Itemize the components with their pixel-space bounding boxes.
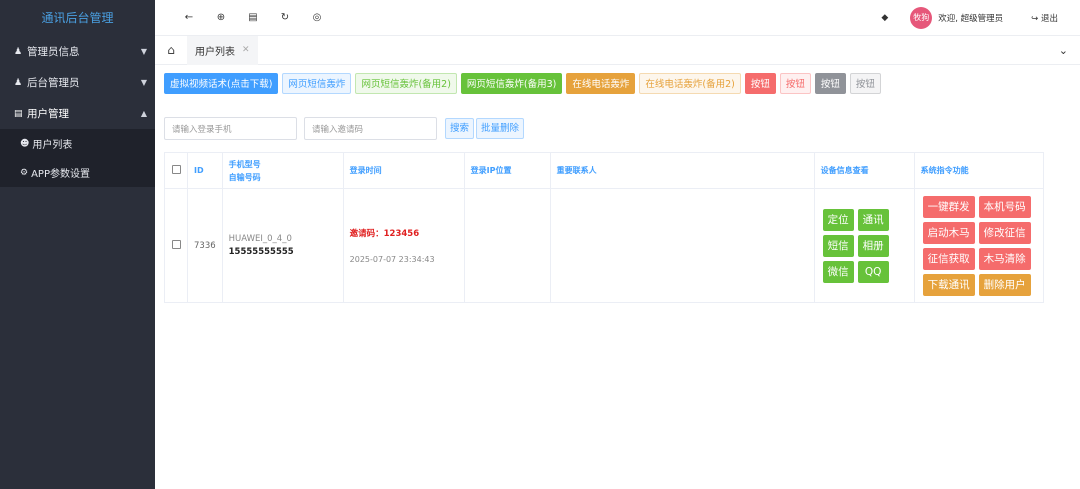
- header-id: ID: [187, 152, 223, 189]
- tabbar: ⌂ 用户列表 ✕ ⌄: [155, 35, 1080, 65]
- header-commands: 系统指令功能: [913, 152, 1045, 189]
- location-button[interactable]: 定位: [822, 208, 854, 231]
- user-outline-icon: ☻: [20, 138, 30, 149]
- batch-delete-button[interactable]: 批量删除: [476, 118, 525, 139]
- local-number-button[interactable]: 本机号码: [978, 195, 1031, 218]
- cell-id: 7336: [187, 188, 223, 303]
- wechat-button[interactable]: 微信: [822, 260, 854, 283]
- search-bar: 请输入登录手机 请输入邀请码 搜索 批量删除: [164, 117, 1070, 140]
- sidebar-item-label: 管理员信息: [27, 46, 80, 58]
- crosshair-icon[interactable]: ⊕: [212, 12, 230, 23]
- header-login-ip: 登录IP位置: [463, 152, 551, 189]
- avatar[interactable]: 牧狗: [910, 6, 933, 29]
- bank-icon[interactable]: ▤: [244, 12, 262, 23]
- sms-bomb-backup2-button[interactable]: 网页短信轰炸(备用2): [355, 73, 457, 94]
- sidebar-item-backend-admins[interactable]: ♟ 后台管理员 ▼: [0, 67, 155, 98]
- close-icon[interactable]: ✕: [242, 45, 250, 55]
- header-device: 设备信息查看: [813, 152, 915, 189]
- album-button[interactable]: 相册: [857, 234, 889, 257]
- caret-up-icon: ▲: [140, 109, 147, 118]
- cell-device: 定位 通讯 短信 相册 微信 QQ: [813, 188, 915, 303]
- get-credit-button[interactable]: 征信获取: [922, 247, 975, 270]
- sms-button[interactable]: 短信: [822, 234, 854, 257]
- clear-trojan-button[interactable]: 木马清除: [978, 247, 1031, 270]
- download-contacts-button[interactable]: 下载通讯: [922, 273, 975, 296]
- user-icon: ♟: [14, 77, 23, 88]
- caret-down-icon: ▼: [140, 47, 147, 56]
- cell-model: HUAWEI_0_4_0 15555555555: [221, 188, 344, 303]
- sidebar-item-user-list[interactable]: ☻ 用户列表: [0, 129, 155, 158]
- logout-label: 退出: [1040, 13, 1058, 24]
- logout-button[interactable]: ↪ 退出: [1031, 12, 1058, 24]
- sidebar-item-label: 用户管理: [27, 108, 69, 120]
- cell-contacts: [549, 188, 815, 303]
- topbar: ← ⊕ ▤ ↻ ◎ ◆ 牧狗 欢迎, 超级管理员 ↪ 退出: [155, 0, 1080, 36]
- table-row: 7336 HUAWEI_0_4_0 15555555555 邀请码：123456…: [164, 188, 1045, 303]
- globe-icon[interactable]: ◎: [308, 12, 326, 23]
- tab-label: 用户列表: [195, 46, 235, 58]
- invite-search-input[interactable]: 请输入邀请码: [304, 117, 437, 140]
- device-model: HUAWEI_0_4_0: [228, 234, 292, 244]
- sidebar-submenu: ☻ 用户列表 ⚙ APP参数设置: [0, 129, 155, 187]
- tag-icon[interactable]: ◆: [881, 13, 888, 23]
- command-button-grid: 一键群发 本机号码 启动木马 修改征信 征信获取 木马清除 下载通讯 删除用户: [922, 195, 1037, 296]
- user-icon: ♟: [14, 46, 23, 57]
- sms-bomb-backup3-button[interactable]: 网页短信轰炸(备用3): [460, 73, 563, 94]
- row-select-cell: [164, 188, 188, 303]
- phone-search-input[interactable]: 请输入登录手机: [164, 117, 297, 140]
- id-card-icon: ▤: [14, 108, 23, 119]
- video-script-download-button[interactable]: 虚拟视频话术(点击下载): [164, 73, 279, 94]
- gear-icon: ⚙: [20, 167, 29, 178]
- row-checkbox[interactable]: [171, 239, 181, 249]
- back-icon[interactable]: ←: [180, 12, 198, 23]
- sidebar-item-label: 用户列表: [32, 140, 73, 151]
- main-content: 虚拟视频话术(点击下载) 网页短信轰炸 网页短信轰炸(备用2) 网页短信轰炸(备…: [164, 73, 1070, 303]
- qq-button[interactable]: QQ: [857, 260, 889, 283]
- select-all-cell: [164, 152, 188, 189]
- call-bomb-backup2-button[interactable]: 在线电话轰炸(备用2): [639, 73, 741, 94]
- sidebar-item-label: 后台管理员: [27, 77, 80, 89]
- tab-user-list[interactable]: 用户列表 ✕: [187, 35, 258, 65]
- start-trojan-button[interactable]: 启动木马: [922, 221, 975, 244]
- phone-number: 15555555555: [228, 247, 294, 257]
- sidebar-item-admin-info[interactable]: ♟ 管理员信息 ▼: [0, 36, 155, 67]
- invite-code: 邀请码：123456: [349, 229, 420, 239]
- home-icon[interactable]: ⌂: [155, 43, 187, 57]
- header-model: 手机型号 自输号码: [221, 152, 344, 189]
- modify-credit-button[interactable]: 修改征信: [978, 221, 1031, 244]
- welcome-text: 欢迎, 超级管理员: [938, 13, 1004, 24]
- search-button[interactable]: 搜索: [445, 118, 475, 139]
- brand-title: 通讯后台管理: [41, 11, 114, 25]
- generic-button-red[interactable]: 按钮: [744, 73, 776, 94]
- login-time: 2025-07-07 23:34:43: [349, 255, 435, 264]
- user-table: ID 手机型号 自输号码 登录时间 登录IP位置 重要联系人 设备信息查看 系统…: [164, 152, 1045, 303]
- table-header-row: ID 手机型号 自输号码 登录时间 登录IP位置 重要联系人 设备信息查看 系统…: [164, 152, 1045, 189]
- device-button-grid: 定位 通讯 短信 相册 微信 QQ: [822, 208, 908, 283]
- mass-send-button[interactable]: 一键群发: [922, 195, 975, 218]
- cell-login-time: 邀请码：123456 2025-07-07 23:34:43: [342, 188, 465, 303]
- header-model-line1: 手机型号: [228, 159, 261, 169]
- sidebar-item-app-settings[interactable]: ⚙ APP参数设置: [0, 158, 155, 187]
- sidebar-item-label: APP参数设置: [31, 169, 90, 180]
- generic-button-gray-plain[interactable]: 按钮: [849, 73, 881, 94]
- generic-button-red-plain[interactable]: 按钮: [779, 73, 811, 94]
- select-all-checkbox[interactable]: [171, 165, 181, 174]
- delete-user-button[interactable]: 删除用户: [978, 273, 1031, 296]
- action-button-row: 虚拟视频话术(点击下载) 网页短信轰炸 网页短信轰炸(备用2) 网页短信轰炸(备…: [164, 73, 1070, 94]
- refresh-icon[interactable]: ↻: [276, 12, 294, 23]
- cell-commands: 一键群发 本机号码 启动木马 修改征信 征信获取 木马清除 下载通讯 删除用户: [913, 188, 1045, 303]
- generic-button-gray[interactable]: 按钮: [814, 73, 846, 94]
- header-contacts: 重要联系人: [549, 152, 815, 189]
- header-model-line2: 自输号码: [228, 172, 261, 182]
- contacts-button[interactable]: 通讯: [857, 208, 889, 231]
- caret-down-icon: ▼: [140, 78, 147, 87]
- chevron-down-icon[interactable]: ⌄: [1059, 44, 1068, 57]
- sidebar: 通讯后台管理 ♟ 管理员信息 ▼ ♟ 后台管理员 ▼ ▤ 用户管理 ▲ ☻ 用户…: [0, 0, 155, 489]
- sidebar-item-user-management[interactable]: ▤ 用户管理 ▲: [0, 98, 155, 129]
- call-bomb-button[interactable]: 在线电话轰炸: [566, 73, 636, 94]
- header-login-time: 登录时间: [342, 152, 465, 189]
- sms-bomb-button[interactable]: 网页短信轰炸: [282, 73, 352, 94]
- cell-login-ip: [463, 188, 551, 303]
